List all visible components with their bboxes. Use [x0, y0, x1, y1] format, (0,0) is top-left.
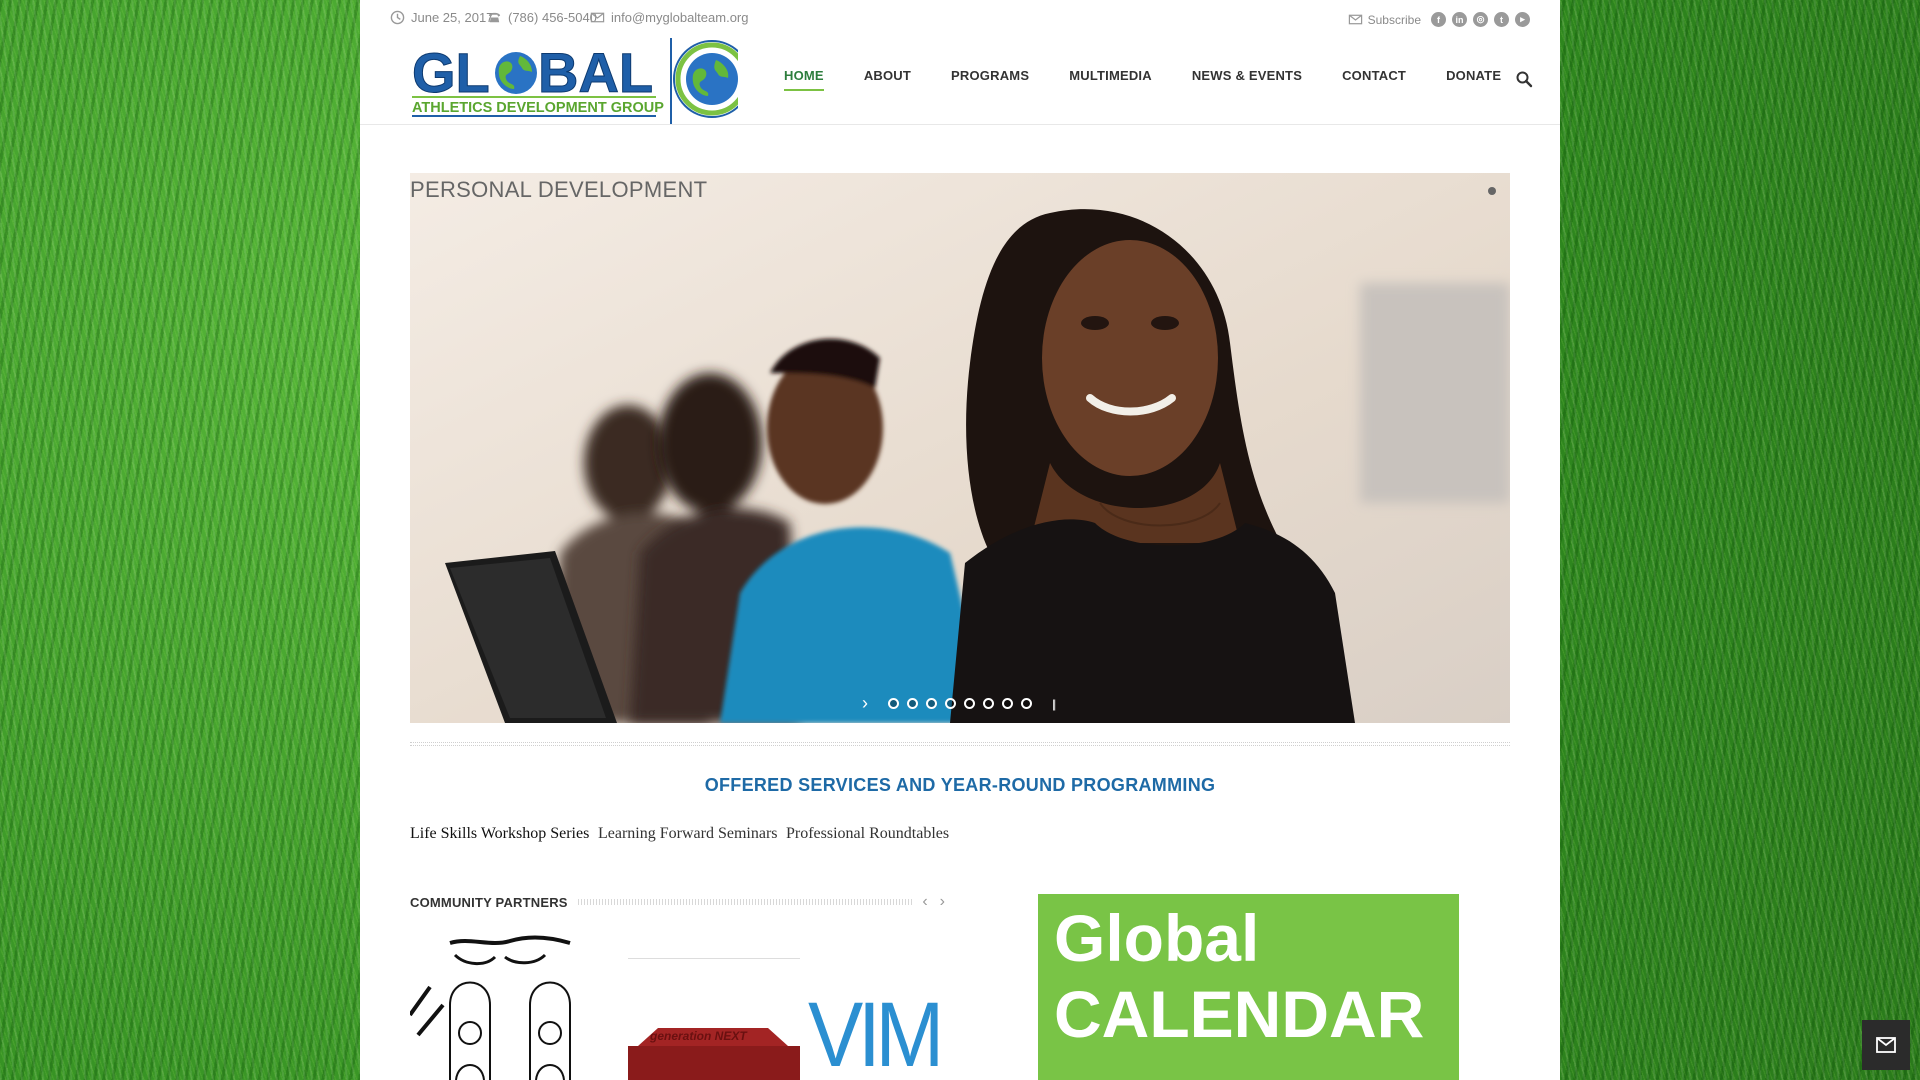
chevron-left-icon[interactable]: ‹ — [922, 893, 927, 911]
envelope-icon — [1876, 1037, 1896, 1053]
partners-pager: ‹ › — [922, 893, 945, 911]
slide-bullet[interactable] — [926, 698, 937, 709]
slide-bullet[interactable] — [964, 698, 975, 709]
facebook-icon[interactable]: f — [1431, 12, 1446, 27]
slide-bullet[interactable] — [907, 698, 918, 709]
date-text: June 25, 2017 — [411, 10, 494, 25]
site-logo[interactable]: GL BAL ATHLETICS DEVELOPMENT GROUP — [412, 38, 751, 124]
services-list: Life Skills Workshop Series Learning For… — [410, 820, 974, 847]
phone-item[interactable]: (786) 456-5040 — [487, 10, 597, 25]
partner-logo-text: VIM — [808, 990, 944, 1080]
slide-bullet[interactable] — [945, 698, 956, 709]
slide-caption: PERSONAL DEVELOPMENT — [410, 177, 708, 202]
nav-programs[interactable]: PROGRAMS — [951, 68, 1029, 88]
partner-logo-generation-next[interactable]: generation NEXT — [628, 958, 800, 1080]
page-container: June 25, 2017 (786) 456-5040 info@myglob… — [360, 0, 1560, 1080]
service-item-professional-roundtables[interactable]: Professional Roundtables — [786, 820, 974, 847]
nav-donate[interactable]: DONATE — [1446, 68, 1501, 88]
top-bar: June 25, 2017 (786) 456-5040 info@myglob… — [390, 10, 1530, 30]
nav-home[interactable]: HOME — [784, 68, 824, 91]
pause-icon[interactable]: || — [1052, 697, 1056, 711]
slide-bullet[interactable] — [983, 698, 994, 709]
contact-mail-button[interactable] — [1862, 1020, 1910, 1070]
svg-text:BAL: BAL — [538, 41, 653, 104]
subscribe-link[interactable]: Subscribe — [1348, 12, 1421, 27]
search-icon[interactable] — [1515, 70, 1533, 88]
partner-logo-text: generation NEXT — [649, 1029, 748, 1043]
clock-icon — [390, 10, 405, 25]
slider-controls: › || — [862, 693, 1056, 714]
service-item-life-skills[interactable]: Life Skills Workshop Series — [410, 820, 598, 847]
youtube-icon[interactable]: ▸ — [1515, 12, 1530, 27]
slide-bullet[interactable] — [1021, 698, 1032, 709]
email-item[interactable]: info@myglobalteam.org — [590, 10, 748, 25]
date-item: June 25, 2017 — [390, 10, 493, 25]
partner-logo-graphic — [410, 935, 571, 1080]
instagram-icon[interactable]: ◎ — [1473, 12, 1488, 27]
svg-text:GL: GL — [412, 41, 490, 104]
logo-graphic: GL BAL ATHLETICS DEVELOPMENT GROUP — [412, 38, 751, 124]
partner-logo-graphic: generation NEXT — [628, 1028, 800, 1080]
calendar-line1: Global — [1054, 901, 1260, 975]
service-item-learning-forward[interactable]: Learning Forward Seminars — [598, 820, 786, 847]
nav-about[interactable]: ABOUT — [864, 68, 911, 88]
next-slide-icon[interactable]: › — [862, 693, 868, 714]
chevron-right-icon[interactable]: › — [940, 893, 945, 911]
logo-subline: ATHLETICS DEVELOPMENT GROUP — [412, 100, 664, 116]
envelope-icon — [1348, 14, 1362, 25]
global-calendar-banner[interactable]: Global CALENDAR — [1038, 894, 1459, 1080]
slide-image — [410, 173, 1510, 723]
envelope-icon — [590, 12, 605, 23]
phone-icon — [488, 12, 501, 23]
nav-contact[interactable]: CONTACT — [1342, 68, 1406, 88]
calendar-line2: CALENDAR — [1054, 977, 1425, 1051]
nav-news-events[interactable]: NEWS & EVENTS — [1192, 68, 1302, 88]
slide-bullet[interactable] — [888, 698, 899, 709]
slide-bullet[interactable] — [1002, 698, 1013, 709]
partners-rule — [577, 899, 913, 905]
linkedin-icon[interactable]: in — [1452, 12, 1467, 27]
subscribe-label: Subscribe — [1367, 12, 1421, 27]
partner-logo-vim[interactable]: VIM — [808, 990, 948, 1080]
section-divider — [410, 742, 1510, 746]
section-title: OFFERED SERVICES AND YEAR-ROUND PROGRAMM… — [704, 775, 1216, 795]
partner-logo-perfect[interactable] — [410, 935, 582, 1080]
email-text: info@myglobalteam.org — [611, 10, 749, 25]
nav-multimedia[interactable]: MULTIMEDIA — [1069, 68, 1152, 88]
twitter-icon[interactable]: t — [1494, 12, 1509, 27]
header-divider — [360, 124, 1560, 125]
partners-header: COMMUNITY PARTNERS ‹ › — [410, 893, 945, 911]
slide-indicator-dot — [1488, 187, 1496, 195]
phone-text: (786) 456-5040 — [508, 10, 597, 25]
partners-label: COMMUNITY PARTNERS — [410, 894, 568, 910]
main-nav: HOME ABOUT PROGRAMS MULTIMEDIA NEWS & EV… — [784, 68, 1541, 91]
social-links: Subscribe f in ◎ t ▸ — [1348, 12, 1530, 27]
hero-slider[interactable]: PERSONAL DEVELOPMENT › || — [410, 173, 1510, 723]
